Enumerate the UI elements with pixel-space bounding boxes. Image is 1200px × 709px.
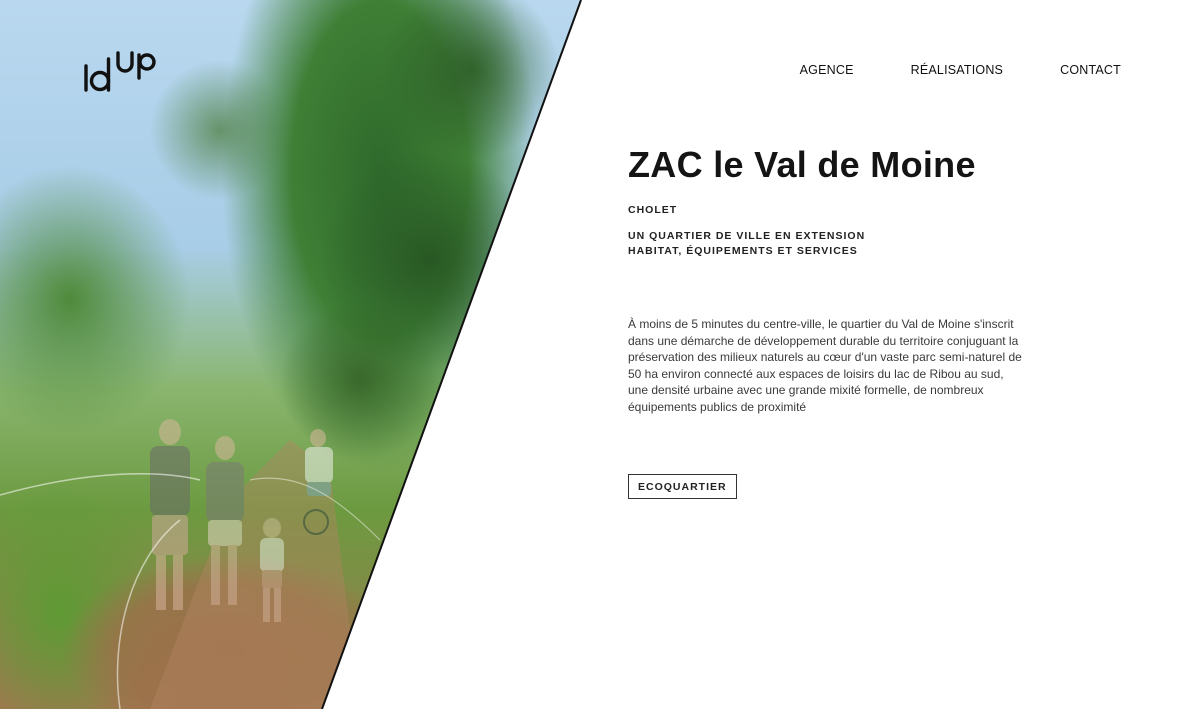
- project-content: ZAC le Val de Moine CHOLET UN QUARTIER D…: [628, 142, 1028, 499]
- project-subtitle-line1: UN QUARTIER DE VILLE EN EXTENSION: [628, 230, 866, 242]
- project-city: CHOLET: [628, 204, 678, 216]
- project-subtitle: UN QUARTIER DE VILLE EN EXTENSION HABITA…: [628, 229, 1028, 259]
- nav-realisations[interactable]: RÉALISATIONS: [911, 62, 1003, 78]
- project-title: ZAC le Val de Moine: [628, 144, 976, 185]
- nav-agence[interactable]: AGENCE: [800, 62, 854, 78]
- idup-logo[interactable]: [83, 50, 159, 94]
- main-nav: AGENCE RÉALISATIONS CONTACT: [800, 62, 1121, 78]
- nav-contact[interactable]: CONTACT: [1060, 62, 1121, 78]
- project-description: À moins de 5 minutes du centre-ville, le…: [628, 317, 1022, 414]
- project-subtitle-line2: HABITAT, ÉQUIPEMENTS ET SERVICES: [628, 245, 858, 257]
- ecoquartier-tag-button[interactable]: ECOQUARTIER: [628, 473, 737, 499]
